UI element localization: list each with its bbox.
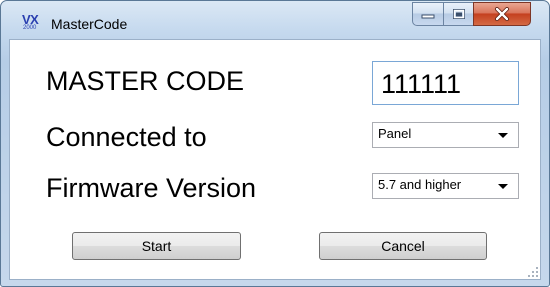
connected-to-value: Panel [378, 126, 412, 141]
vx-app-icon: VX 2000 [22, 12, 44, 33]
window-title: MasterCode [51, 16, 128, 32]
master-code-input[interactable] [372, 61, 519, 105]
close-icon [495, 7, 509, 21]
minimize-icon [421, 14, 435, 19]
master-code-label: MASTER CODE [46, 66, 245, 96]
mastercode-window: VX 2000 MasterCode MASTER CODE Connec [0, 0, 550, 287]
minimize-button[interactable] [412, 2, 444, 26]
maximize-icon [452, 9, 465, 19]
firmware-version-value: 5.7 and higher [378, 177, 462, 192]
maximize-button[interactable] [443, 2, 474, 26]
chevron-down-icon [498, 133, 508, 138]
resize-grip-icon[interactable] [527, 266, 539, 278]
cancel-button[interactable]: Cancel [319, 232, 487, 260]
firmware-version-label: Firmware Version [46, 173, 257, 203]
connected-to-label: Connected to [46, 122, 207, 152]
start-button[interactable]: Start [72, 232, 241, 260]
connected-to-select[interactable]: Panel [372, 122, 519, 148]
client-area: MASTER CODE Connected to Panel Firmware … [9, 39, 541, 280]
close-button[interactable] [473, 2, 531, 26]
app-icon-year-text: 2000 [23, 25, 37, 31]
chevron-down-icon [498, 184, 508, 189]
firmware-version-select[interactable]: 5.7 and higher [372, 173, 519, 199]
title-bar[interactable]: VX 2000 MasterCode [1, 1, 549, 39]
